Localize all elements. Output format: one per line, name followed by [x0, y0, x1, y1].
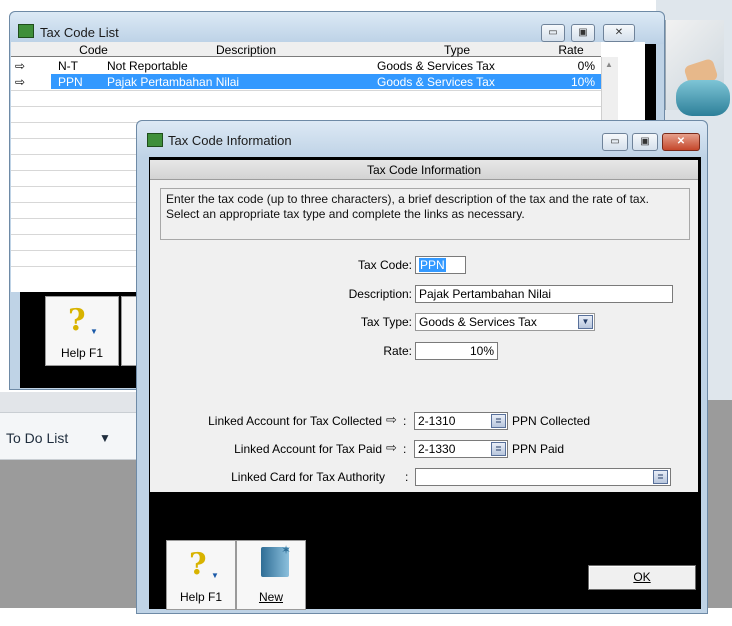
info-close-button[interactable]: ✕ [662, 133, 700, 151]
linked-authority-label: Linked Card for Tax Authority [231, 470, 385, 484]
linked-collected-label: Linked Account for Tax Collected [208, 414, 382, 428]
tax-type-select[interactable]: Goods & Services Tax [415, 313, 595, 331]
table-header: Code Description Type Rate [11, 42, 601, 57]
tax-type-label: Tax Type: [360, 315, 412, 329]
list-help-button[interactable]: ? ▼ Help F1 [45, 296, 119, 366]
tax-code-field[interactable]: PPN [415, 256, 466, 274]
row-link-arrow-icon[interactable]: ⇨ [15, 75, 25, 89]
row-rate: 10% [531, 75, 595, 89]
linked-paid-label: Linked Account for Tax Paid [234, 442, 382, 456]
tax-authority-card-field[interactable] [415, 468, 671, 486]
list-window-title: Tax Code List [40, 25, 119, 40]
tax-code-value: PPN [419, 258, 446, 272]
info-window-titlebar[interactable]: Tax Code Information ▭ ▣ ✕ [137, 121, 707, 157]
artwork-mouse [676, 80, 730, 116]
paid-colon: : [403, 442, 407, 456]
panel-heading: Tax Code Information [150, 160, 698, 180]
collected-account-name: PPN Collected [512, 414, 591, 428]
row-code: PPN [58, 75, 83, 89]
description-label: Description: [348, 287, 412, 301]
collected-link-arrow-icon[interactable]: ⇨ [386, 412, 397, 428]
help-question-icon: ? [189, 547, 207, 582]
info-minimize-button[interactable]: ▭ [602, 133, 628, 151]
rate-field[interactable]: 10% [415, 342, 498, 360]
background-gray-area-right [705, 400, 732, 610]
paid-account-name: PPN Paid [512, 442, 565, 456]
help-dropdown-icon: ▼ [211, 571, 219, 580]
list-close-button[interactable]: ✕ [603, 24, 635, 42]
app-window-icon [18, 24, 34, 38]
row-description: Not Reportable [107, 59, 188, 73]
tax-code-label: Tax Code: [357, 258, 412, 272]
help-button-label: Help F1 [179, 590, 223, 604]
collected-account-list-icon[interactable]: ≣ [491, 414, 506, 428]
todo-dropdown-icon[interactable]: ▼ [99, 431, 111, 445]
scroll-up-icon[interactable]: ▲ [605, 60, 613, 69]
paid-link-arrow-icon[interactable]: ⇨ [386, 440, 397, 456]
app-window-icon [147, 133, 163, 147]
new-button[interactable]: ✶ New [236, 540, 306, 610]
column-header-code[interactable]: Code [71, 43, 116, 57]
column-header-description[interactable]: Description [121, 43, 371, 57]
help-button-label: Help F1 [60, 346, 104, 360]
grid-line [11, 90, 601, 91]
column-header-type[interactable]: Type [376, 43, 538, 57]
table-row-selected[interactable]: PPN Pajak Pertambahan Nilai Goods & Serv… [51, 74, 601, 89]
collected-colon: : [403, 414, 407, 428]
table-row[interactable]: ⇨ N-T Not Reportable Goods & Services Ta… [11, 58, 601, 73]
ok-button[interactable]: OK [588, 565, 696, 590]
paid-account-list-icon[interactable]: ≣ [491, 442, 506, 456]
row-type: Goods & Services Tax [377, 59, 495, 73]
info-help-button[interactable]: ? ▼ Help F1 [166, 540, 236, 610]
tax-authority-list-icon[interactable]: ≣ [653, 470, 668, 484]
info-maximize-button[interactable]: ▣ [632, 133, 658, 151]
row-description: Pajak Pertambahan Nilai [107, 75, 240, 89]
todo-list-label[interactable]: To Do List [6, 430, 68, 446]
background-strip [0, 392, 140, 412]
column-header-rate[interactable]: Rate [541, 43, 601, 57]
todo-list-bar[interactable]: To Do List ▼ [0, 412, 140, 460]
authority-colon: : [405, 470, 409, 484]
instructions-text: Enter the tax code (up to three characte… [160, 188, 690, 240]
list-window-titlebar[interactable]: Tax Code List ▭ ▣ ✕ [10, 12, 664, 44]
rate-label: Rate: [383, 344, 412, 358]
row-code: N-T [58, 59, 78, 73]
row-link-arrow-icon[interactable]: ⇨ [15, 59, 25, 73]
help-question-icon: ? [68, 303, 86, 338]
new-button-label: New [258, 590, 283, 604]
row-type: Goods & Services Tax [377, 75, 495, 89]
list-maximize-button[interactable]: ▣ [571, 24, 595, 42]
help-dropdown-icon: ▼ [90, 327, 98, 336]
info-window-title: Tax Code Information [168, 133, 292, 148]
tax-type-dropdown-icon[interactable]: ▼ [578, 315, 593, 329]
grid-line [11, 106, 601, 107]
row-rate: 0% [577, 59, 595, 73]
new-sparkle-icon: ✶ [281, 543, 292, 557]
description-field[interactable]: Pajak Pertambahan Nilai [415, 285, 673, 303]
background-gray-area [0, 460, 140, 610]
tax-code-info-panel: Tax Code Information Enter the tax code … [150, 160, 698, 492]
list-minimize-button[interactable]: ▭ [541, 24, 565, 42]
